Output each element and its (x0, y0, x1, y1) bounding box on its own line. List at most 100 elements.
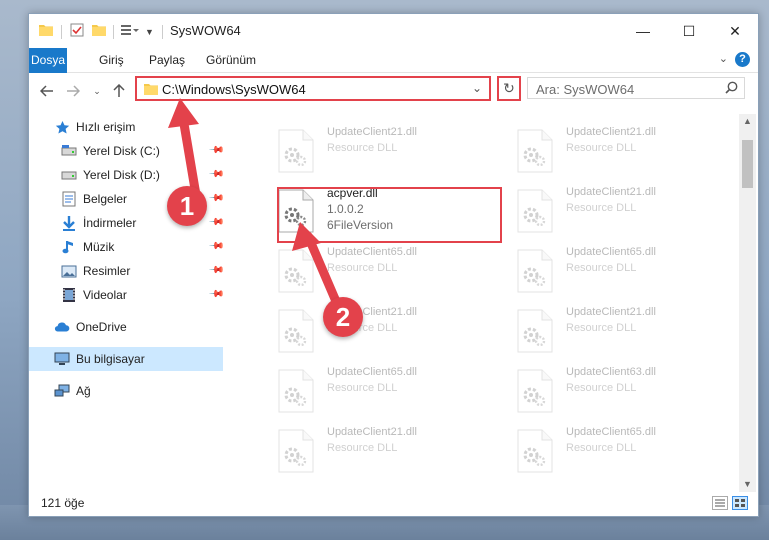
step-badge-1: 1 (167, 186, 207, 226)
file-name: UpdateClient21.dll (566, 186, 656, 198)
sidebar-item-quick-access[interactable]: Hızlı erişim (54, 115, 135, 139)
maximize-button[interactable]: ☐ (666, 14, 712, 48)
file-item[interactable]: UpdateClient21.dll Resource DLL (516, 122, 746, 178)
music-icon (61, 239, 77, 255)
file-item[interactable]: UpdateClient21.dll Resource DLL (516, 302, 746, 358)
file-name: UpdateClient21.dll (566, 126, 656, 138)
chevron-down-icon[interactable]: ⌄ (472, 81, 482, 95)
file-item[interactable]: UpdateClient65.dll Resource DLL (516, 242, 746, 298)
navigation-pane: Hızlı erişim Yerel Disk (C:) 📌 Yerel Dis… (29, 114, 225, 494)
minimize-button[interactable]: — (620, 14, 666, 48)
folder-icon (144, 83, 158, 98)
maximize-icon: ☐ (682, 22, 696, 39)
file-type: Resource DLL (566, 322, 637, 334)
pin-icon: 📌 (207, 262, 225, 279)
sidebar-item-pictures[interactable]: Resimler (61, 259, 130, 283)
file-item[interactable]: UpdateClient65.dll Resource DLL (277, 242, 507, 298)
recent-locations-button[interactable]: ⌄ (87, 81, 107, 101)
dll-file-icon (516, 308, 554, 354)
dll-file-icon (516, 128, 554, 174)
item-count: 121 öğe (41, 496, 85, 510)
search-box[interactable]: Ara: SysWOW64 (527, 77, 745, 99)
help-icon[interactable]: ? (735, 52, 750, 67)
sidebar-item-onedrive[interactable]: OneDrive (54, 315, 127, 339)
tab-share[interactable]: Paylaş (139, 48, 195, 72)
drive-icon (61, 143, 77, 159)
expand-ribbon-icon[interactable]: ⌄ (719, 52, 728, 65)
quick-access-toolbar: ▼ (39, 23, 163, 40)
chevron-down-icon[interactable]: ▼ (145, 27, 154, 37)
sidebar-item-this-pc[interactable]: Bu bilgisayar (54, 347, 145, 371)
sidebar-item-documents[interactable]: Belgeler (61, 187, 127, 211)
file-item[interactable]: UpdateClient21.dll Resource DLL (277, 422, 507, 478)
address-bar[interactable]: C:\Windows\SysWOW64 ⌄ (135, 76, 491, 101)
step-badge-2: 2 (323, 297, 363, 337)
dll-file-icon (516, 248, 554, 294)
customize-toolbar-icon[interactable] (121, 24, 139, 39)
network-icon (54, 383, 70, 399)
dll-file-icon (277, 128, 315, 174)
search-input[interactable]: Ara: SysWOW64 (536, 82, 634, 97)
dll-file-icon (516, 188, 554, 234)
file-name: UpdateClient21.dll (327, 426, 417, 438)
file-type: Resource DLL (566, 202, 637, 214)
file-item[interactable]: UpdateClient21.dll Resource DLL (277, 302, 507, 358)
sidebar-item-label: Bu bilgisayar (76, 352, 145, 366)
pin-icon: 📌 (207, 166, 225, 183)
videos-icon (61, 287, 77, 303)
sidebar-item-network[interactable]: Ağ (54, 379, 91, 403)
pin-icon: 📌 (207, 142, 225, 159)
file-type: Resource DLL (566, 442, 637, 454)
file-item[interactable]: UpdateClient65.dll Resource DLL (516, 422, 746, 478)
sidebar-item-local-disk-d[interactable]: Yerel Disk (D:) (61, 163, 160, 187)
sidebar-item-label: Ağ (76, 384, 91, 398)
drive-icon (61, 167, 77, 183)
new-folder-icon[interactable] (92, 24, 106, 39)
vertical-scrollbar[interactable]: ▲ ▼ (739, 114, 756, 492)
file-name: UpdateClient63.dll (566, 366, 656, 378)
forward-arrow-icon (67, 85, 80, 97)
pin-icon: 📌 (207, 286, 225, 303)
sidebar-item-downloads[interactable]: İndirmeler (61, 211, 136, 235)
scroll-down-icon[interactable]: ▼ (739, 477, 756, 492)
cloud-icon (54, 319, 70, 335)
file-name: UpdateClient21.dll (566, 306, 656, 318)
close-button[interactable]: ✕ (712, 14, 758, 48)
folder-icon (39, 24, 53, 39)
close-icon: ✕ (729, 22, 741, 39)
explorer-window: ▼ SysWOW64 — ☐ ✕ Dosya Giriş Paylaş Görü… (28, 13, 759, 517)
file-name: UpdateClient21.dll (327, 126, 417, 138)
forward-button[interactable] (63, 81, 83, 101)
file-name: UpdateClient65.dll (327, 366, 417, 378)
refresh-icon: ↻ (503, 80, 515, 96)
refresh-button[interactable]: ↻ (497, 76, 521, 101)
pictures-icon (61, 263, 77, 279)
file-item[interactable]: UpdateClient21.dll Resource DLL (277, 122, 507, 178)
scroll-up-icon[interactable]: ▲ (739, 114, 756, 129)
chevron-down-icon: ⌄ (93, 85, 101, 96)
large-icons-view-icon[interactable] (732, 496, 748, 510)
sidebar-item-label: Müzik (83, 240, 115, 254)
file-type: Resource DLL (566, 382, 637, 394)
file-type: Resource DLL (566, 262, 637, 274)
scrollbar-thumb[interactable] (742, 140, 753, 188)
sidebar-item-music[interactable]: Müzik (61, 235, 114, 259)
tab-view[interactable]: Görünüm (196, 48, 266, 72)
file-item[interactable]: UpdateClient21.dll Resource DLL (516, 182, 746, 238)
sidebar-item-label: İndirmeler (83, 216, 137, 230)
sidebar-item-local-disk-c[interactable]: Yerel Disk (C:) (61, 139, 160, 163)
search-icon (725, 81, 738, 97)
dll-file-icon (277, 248, 315, 294)
properties-icon[interactable] (70, 23, 84, 40)
sidebar-item-label: Hızlı erişim (76, 120, 136, 134)
sidebar-item-label: Videolar (83, 288, 127, 302)
file-item[interactable]: UpdateClient65.dll Resource DLL (277, 362, 507, 418)
sidebar-item-videos[interactable]: Videolar (61, 283, 127, 307)
star-icon (54, 119, 70, 135)
file-item[interactable]: UpdateClient63.dll Resource DLL (516, 362, 746, 418)
up-button[interactable] (109, 81, 129, 101)
details-view-icon[interactable] (712, 496, 728, 510)
title-bar: ▼ SysWOW64 — ☐ ✕ (29, 14, 758, 48)
back-button[interactable] (37, 81, 57, 101)
tab-home[interactable]: Giriş (89, 48, 134, 72)
